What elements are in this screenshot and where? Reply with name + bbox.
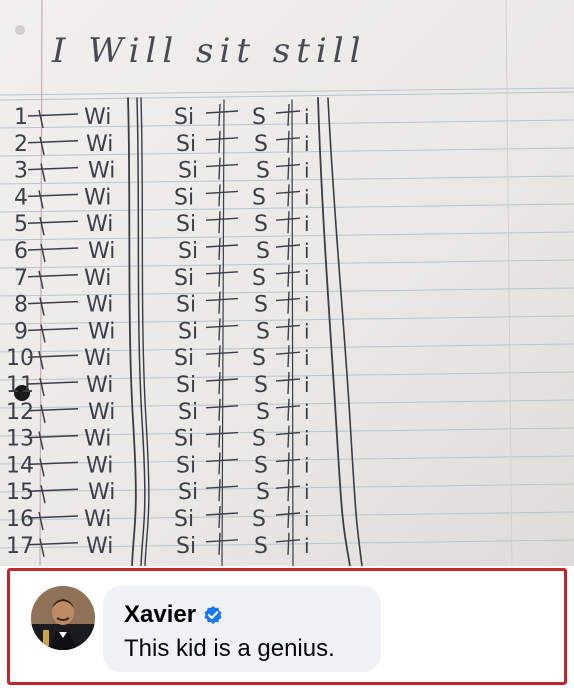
row-letter-s: S [252,507,266,532]
row-letter-s: S [254,373,268,398]
row-letter-i: i [304,534,310,558]
row-word-wi: Wi [88,400,115,425]
row-number: 16 [6,507,34,532]
row-letter-i: i [304,480,310,504]
author-row: Xavier [124,601,223,629]
row-word-wi: Wi [84,427,111,452]
author-name[interactable]: Xavier [124,601,196,629]
row-number: 3 [14,159,28,184]
row-number: 1 [14,105,28,130]
row-letter-s: S [254,132,268,157]
row-letter-i: i [304,105,310,129]
row-word-si: Si [174,507,194,532]
comment-frame: Xavier This kid is a genius. [7,568,567,685]
row-letter-s: S [254,212,268,237]
row-letter-i: i [304,132,310,156]
row-word-si: Si [174,427,194,452]
row-letter-i: i [304,507,310,531]
row-word-si: Si [178,319,198,344]
row-word-wi: Wi [86,132,113,157]
row-letter-s: S [252,266,266,291]
row-letter-i: i [304,427,310,451]
punch-mark [15,25,25,35]
row-letter-i: i [304,239,310,263]
row-letter-s: S [256,239,270,264]
notebook-photo: I Will sit still 1 Wi Si Si 2 Wi Si Si 3 Wi Si Si 4 W… [0,0,574,566]
row-word-si: Si [178,480,198,505]
comment-bubble: Xavier This kid is a genius. [103,586,381,672]
row-word-wi: Wi [86,293,113,318]
avatar[interactable] [31,586,95,650]
row-word-wi: Wi [88,239,115,264]
row-letter-i: i [304,185,310,209]
row-letter-s: S [252,346,266,371]
row-number: 12 [6,400,34,425]
row-word-wi: Wi [84,507,111,532]
row-word-wi: Wi [86,534,113,559]
row-letter-s: S [256,159,270,184]
row-word-wi: Wi [84,185,111,210]
row-word-wi: Wi [88,480,115,505]
row-letter-i: i [304,159,310,183]
row-number: 11 [6,373,34,398]
row-letter-s: S [252,105,266,130]
row-word-wi: Wi [86,212,113,237]
row-letter-s: S [256,480,270,505]
row-word-wi: Wi [86,453,113,478]
row-number: 8 [14,293,28,318]
row-letter-i: i [304,346,310,370]
row-letter-s: S [256,319,270,344]
row-word-si: Si [174,105,194,130]
row-number: 2 [14,132,28,157]
row-letter-i: i [304,453,310,477]
row-word-si: Si [174,185,194,210]
row-letter-s: S [256,400,270,425]
row-word-wi: Wi [86,373,113,398]
row-number: 4 [14,185,28,210]
row-letter-s: S [252,427,266,452]
row-letter-i: i [304,266,310,290]
row-word-wi: Wi [84,266,111,291]
row-word-wi: Wi [84,105,111,130]
row-word-wi: Wi [88,159,115,184]
row-word-si: Si [176,293,196,318]
row-letter-s: S [254,293,268,318]
row-letter-i: i [304,212,310,236]
row-word-si: Si [176,453,196,478]
row-number: 10 [6,346,34,371]
comment-text: This kid is a genius. [124,635,335,662]
row-word-si: Si [178,400,198,425]
row-word-si: Si [176,534,196,559]
row-word-si: Si [178,159,198,184]
row-number: 13 [6,427,34,452]
row-number: 15 [6,480,34,505]
row-letter-s: S [254,453,268,478]
row-word-wi: Wi [88,319,115,344]
verified-badge-icon [203,605,223,625]
row-number: 6 [14,239,28,264]
row-word-si: Si [176,132,196,157]
row-number: 9 [14,319,28,344]
row-number: 7 [14,266,28,291]
row-letter-i: i [304,293,310,317]
row-word-si: Si [174,346,194,371]
row-number: 5 [14,212,28,237]
row-word-si: Si [176,373,196,398]
row-word-si: Si [174,266,194,291]
row-letter-i: i [304,373,310,397]
row-letter-i: i [304,319,310,343]
row-number: 17 [6,534,34,559]
row-letter-i: i [304,400,310,424]
handwritten-header: I Will sit still [51,31,367,71]
row-word-si: Si [178,239,198,264]
row-word-si: Si [176,212,196,237]
row-number: 14 [6,453,34,478]
row-letter-s: S [252,185,266,210]
row-word-wi: Wi [84,346,111,371]
row-letter-s: S [254,534,268,559]
